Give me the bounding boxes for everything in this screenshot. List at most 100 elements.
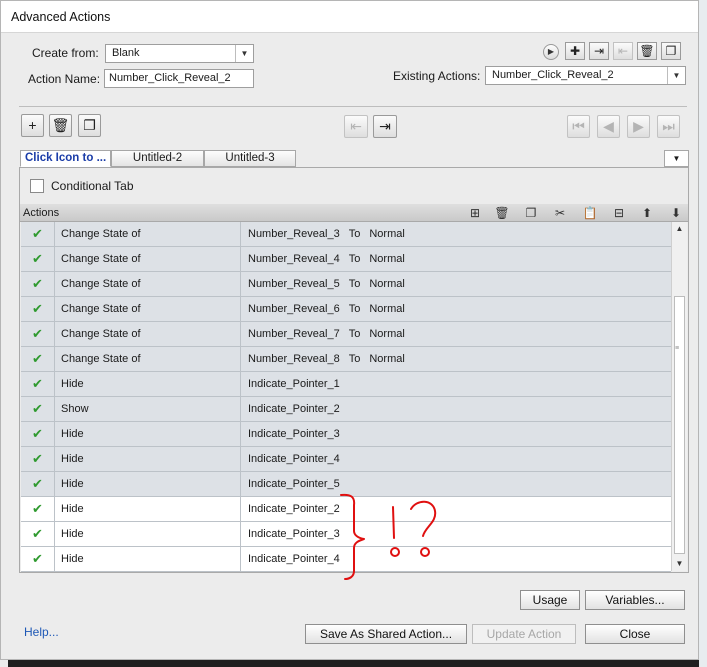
delete-action-icon[interactable]: 🗑 <box>637 42 657 60</box>
target-object: Number_Reveal_7 <box>248 328 340 340</box>
new-action-icon[interactable]: ✚ <box>565 42 585 60</box>
action-type[interactable]: Hide <box>55 497 241 522</box>
target-state: Normal <box>369 228 405 240</box>
cut-icon[interactable]: ✂ <box>551 205 569 221</box>
action-type[interactable]: Hide <box>55 422 241 447</box>
existing-actions-select[interactable]: Number_Click_Reveal_2 ▼ <box>485 66 686 85</box>
delete-tab-icon[interactable]: 🗑 <box>49 114 72 137</box>
action-target[interactable]: Number_Reveal_3 To Normal <box>241 222 671 247</box>
move-tab-left-icon[interactable]: ⇤ <box>344 115 368 138</box>
table-row[interactable]: ✔ Change State of Number_Reveal_4 To Normal <box>21 247 671 272</box>
insert-action-icon[interactable]: ⊞ <box>466 205 484 221</box>
table-row[interactable]: ✔ Change State of Number_Reveal_8 To Normal <box>21 347 671 372</box>
action-name-input[interactable]: Number_Click_Reveal_2 <box>104 69 254 88</box>
usage-button[interactable]: Usage <box>520 590 580 610</box>
brace-mark <box>340 493 365 580</box>
tab-menu-chevron-icon[interactable]: ▼ <box>664 150 689 167</box>
action-type[interactable]: Change State of <box>55 222 241 247</box>
next-tab-icon[interactable]: ▶ <box>627 115 650 138</box>
action-target[interactable]: Indicate_Pointer_3 <box>241 522 671 547</box>
tab-untitled-3[interactable]: Untitled-3 <box>204 150 296 167</box>
paste-icon[interactable]: 📋 <box>581 205 599 221</box>
target-object: Indicate_Pointer_4 <box>248 553 340 565</box>
actions-scrollbar[interactable]: ▲ ≡ ▼ <box>671 222 687 571</box>
help-link[interactable]: Help... <box>24 625 59 639</box>
action-type[interactable]: Hide <box>55 522 241 547</box>
table-row[interactable]: ✔ Change State of Number_Reveal_5 To Normal <box>21 272 671 297</box>
duplicate-action-icon[interactable]: ❐ <box>661 42 681 60</box>
last-tab-icon[interactable]: ⏭ <box>657 115 680 138</box>
target-object: Number_Reveal_6 <box>248 303 340 315</box>
action-target[interactable]: Indicate_Pointer_3 <box>241 422 671 447</box>
table-row[interactable]: ✔ Show Indicate_Pointer_2 <box>21 397 671 422</box>
scroll-up-icon[interactable]: ▲ <box>672 222 687 236</box>
tab-click-icon[interactable]: Click Icon to ... <box>20 150 111 167</box>
chevron-down-icon: ▼ <box>235 45 253 62</box>
import-icon[interactable]: ⇥ <box>589 42 609 60</box>
copy-icon[interactable]: ❐ <box>522 205 540 221</box>
action-target[interactable]: Number_Reveal_7 To Normal <box>241 322 671 347</box>
tab-untitled-2[interactable]: Untitled-2 <box>111 150 204 167</box>
action-target[interactable]: Number_Reveal_6 To Normal <box>241 297 671 322</box>
check-icon: ✔ <box>21 497 55 522</box>
table-row[interactable]: ✔ Hide Indicate_Pointer_3 <box>21 422 671 447</box>
move-tab-right-icon[interactable]: ⇥ <box>373 115 397 138</box>
action-type[interactable]: Change State of <box>55 322 241 347</box>
update-action-button[interactable]: Update Action <box>472 624 576 644</box>
action-type[interactable]: Change State of <box>55 247 241 272</box>
action-target[interactable]: Indicate_Pointer_4 <box>241 447 671 472</box>
action-type[interactable]: Hide <box>55 372 241 397</box>
table-row[interactable]: ✔ Change State of Number_Reveal_3 To Normal <box>21 222 671 247</box>
first-tab-icon[interactable]: ⏮ <box>567 115 590 138</box>
table-row[interactable]: ✔ Change State of Number_Reveal_7 To Normal <box>21 322 671 347</box>
action-type[interactable]: Hide <box>55 472 241 497</box>
check-icon: ✔ <box>21 372 55 397</box>
move-down-icon[interactable]: ⬇ <box>667 205 685 221</box>
scroll-grip-icon: ≡ <box>675 345 680 352</box>
action-target[interactable]: Indicate_Pointer_4 <box>241 547 671 572</box>
action-type[interactable]: Hide <box>55 447 241 472</box>
action-target[interactable]: Number_Reveal_5 To Normal <box>241 272 671 297</box>
target-state: Normal <box>369 303 405 315</box>
duplicate-tab-icon[interactable]: ❐ <box>78 114 101 137</box>
action-type[interactable]: Change State of <box>55 297 241 322</box>
action-type[interactable]: Change State of <box>55 347 241 372</box>
preview-icon[interactable]: ▶ <box>543 44 559 60</box>
action-target[interactable]: Number_Reveal_8 To Normal <box>241 347 671 372</box>
add-tab-icon[interactable]: + <box>21 114 44 137</box>
action-target[interactable]: Indicate_Pointer_2 <box>241 397 671 422</box>
check-icon: ✔ <box>21 272 55 297</box>
move-up-icon[interactable]: ⬆ <box>638 205 656 221</box>
check-icon: ✔ <box>21 397 55 422</box>
scroll-thumb[interactable] <box>674 296 685 554</box>
table-row[interactable]: ✔ Hide Indicate_Pointer_1 <box>21 372 671 397</box>
actions-header-title: Actions <box>23 207 60 219</box>
action-type[interactable]: Hide <box>55 547 241 572</box>
to-keyword: To <box>348 278 361 290</box>
save-shared-action-button[interactable]: Save As Shared Action... <box>305 624 467 644</box>
action-target[interactable]: Indicate_Pointer_1 <box>241 372 671 397</box>
target-state: Normal <box>369 278 405 290</box>
scroll-down-icon[interactable]: ▼ <box>672 557 687 571</box>
export-icon[interactable]: ⇤ <box>613 42 633 60</box>
to-keyword: To <box>348 328 361 340</box>
existing-actions-label: Existing Actions: <box>393 69 481 83</box>
action-type[interactable]: Change State of <box>55 272 241 297</box>
target-object: Indicate_Pointer_3 <box>248 528 340 540</box>
insert-below-icon[interactable]: ⊟ <box>610 205 628 221</box>
action-target[interactable]: Indicate_Pointer_2 <box>241 497 671 522</box>
target-object: Indicate_Pointer_2 <box>248 403 340 415</box>
action-type[interactable]: Show <box>55 397 241 422</box>
target-object: Indicate_Pointer_3 <box>248 428 340 440</box>
variables-button[interactable]: Variables... <box>585 590 685 610</box>
prev-tab-icon[interactable]: ◀ <box>597 115 620 138</box>
table-row[interactable]: ✔ Change State of Number_Reveal_6 To Normal <box>21 297 671 322</box>
create-from-select[interactable]: Blank ▼ <box>105 44 254 63</box>
delete-row-icon[interactable]: 🗑 <box>493 205 511 221</box>
conditional-tab-checkbox[interactable] <box>30 179 44 193</box>
action-target[interactable]: Number_Reveal_4 To Normal <box>241 247 671 272</box>
close-button[interactable]: Close <box>585 624 685 644</box>
action-target[interactable]: Indicate_Pointer_5 <box>241 472 671 497</box>
exclamation-stroke <box>392 506 395 539</box>
table-row[interactable]: ✔ Hide Indicate_Pointer_4 <box>21 447 671 472</box>
